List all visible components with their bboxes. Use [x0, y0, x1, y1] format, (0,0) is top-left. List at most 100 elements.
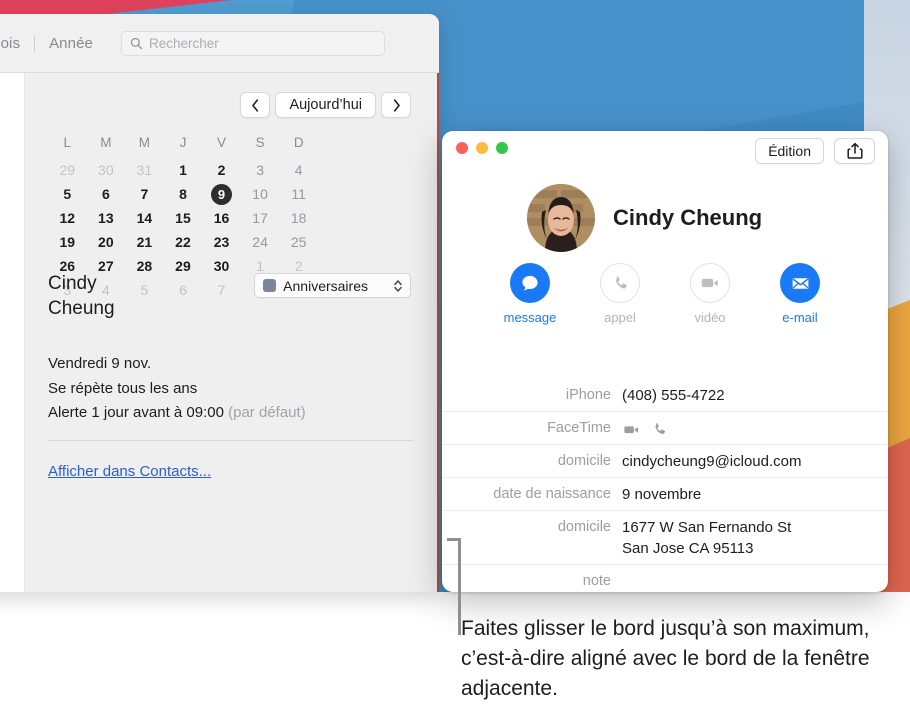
contact-field-row[interactable]: domicile 1677 W San Fernando St San Jose C… — [442, 511, 888, 565]
annotation-caption: Faites glisser le bord jusqu’à son maxim… — [461, 617, 870, 700]
zoom-button[interactable] — [496, 142, 508, 154]
window-controls[interactable] — [456, 142, 508, 154]
calendar-day-cell[interactable]: 19 — [48, 230, 87, 254]
field-label: domicile — [557, 519, 611, 535]
calendar-toolbar: Mois Année Rechercher — [0, 14, 439, 73]
calendar-day-cell[interactable]: 25 — [279, 230, 318, 254]
weekday-header-1: M — [100, 135, 112, 150]
calendar-day-cell[interactable]: 5 — [48, 182, 87, 206]
calendar-day-cell[interactable]: 20 — [87, 230, 126, 254]
contact-name: Cindy Cheung — [613, 205, 763, 230]
phone-icon — [615, 276, 627, 289]
event-alert-note: (par défaut) — [228, 404, 306, 421]
weekday-header-6: D — [293, 135, 304, 150]
calendar-day-cell[interactable]: 24 — [241, 230, 280, 254]
calendar-day-cell[interactable]: 30 — [87, 158, 126, 182]
chevron-right-icon — [393, 98, 400, 112]
action-label-call: appel — [604, 310, 636, 325]
stepper-chevrons-icon — [394, 279, 402, 292]
field-value: 9 novembre — [622, 486, 702, 503]
share-button[interactable] — [834, 138, 875, 164]
card-header: Cindy Cheung — [442, 179, 888, 257]
segment-annee[interactable]: Année — [35, 35, 107, 52]
calendar-day-cell[interactable]: 17 — [241, 206, 280, 230]
calendar-day-cell[interactable]: 15 — [164, 206, 203, 230]
contact-field-row[interactable]: FaceTime — [442, 412, 888, 445]
contact-field-row[interactable]: date de naissance 9 novembre — [442, 478, 888, 511]
call-button[interactable] — [600, 263, 640, 303]
calendar-window: Mois Année Rechercher — [0, 14, 439, 592]
calendar-day-cell[interactable]: 1 — [164, 158, 203, 182]
card-titlebar: Édition — [442, 131, 888, 179]
weekday-header-2: M — [138, 135, 151, 150]
calendar-day-cell[interactable]: 16 — [202, 206, 241, 230]
field-icons[interactable] — [622, 418, 668, 439]
calendar-color-swatch — [263, 279, 277, 292]
calendar-day-cell[interactable]: 11 — [279, 182, 318, 206]
calendar-day-cell[interactable]: 9 — [202, 182, 241, 206]
event-title-line1: Cindy — [48, 273, 97, 294]
search-field[interactable]: Rechercher — [120, 30, 385, 56]
video-icon — [624, 426, 639, 434]
minimize-button[interactable] — [476, 142, 488, 154]
contact-actions: message appel vidéo e-mail — [442, 263, 888, 325]
mail-icon — [792, 277, 808, 289]
field-value: 1677 W San Fernando St San Jose CA 95113 — [622, 519, 792, 557]
close-button[interactable] — [456, 142, 468, 154]
calendar-day-cell[interactable]: 3 — [241, 158, 280, 182]
calendar-day-cell[interactable]: 10 — [241, 182, 280, 206]
field-value: (408) 555-4722 — [622, 387, 725, 404]
field-label: iPhone — [565, 387, 611, 403]
calendar-day-cell[interactable]: 18 — [279, 206, 318, 230]
calendar-day-cell[interactable]: 2 — [202, 158, 241, 182]
weekday-header-0: L — [63, 135, 72, 150]
field-label: domicile — [557, 453, 611, 469]
video-button[interactable] — [690, 263, 730, 303]
event-repeat: Se répète tous les ans — [48, 379, 198, 397]
weekday-header-5: S — [255, 135, 265, 150]
date-navigation: Aujourd’hui — [240, 92, 411, 118]
calendar-day-cell[interactable]: 31 — [125, 158, 164, 182]
edit-button[interactable]: Édition — [755, 138, 824, 164]
action-mail[interactable]: e-mail — [755, 263, 845, 325]
next-button[interactable] — [381, 92, 411, 118]
contact-field-row[interactable]: iPhone (408) 555-4722 — [442, 379, 888, 412]
calendar-day-cell[interactable]: 8 — [164, 182, 203, 206]
action-label-message: message — [503, 310, 557, 325]
message-button[interactable] — [510, 263, 550, 303]
calendar-day-cell[interactable]: 12 — [48, 206, 87, 230]
calendar-day-cell[interactable]: 14 — [125, 206, 164, 230]
event-details: Vendredi 9 nov. Se répète tous les ans A… — [48, 352, 418, 426]
field-label: FaceTime — [547, 420, 611, 436]
contact-field-row[interactable]: note — [442, 565, 888, 592]
calendar-day-cell[interactable]: 13 — [87, 206, 126, 230]
show-in-contacts-link[interactable]: Afficher dans Contacts... — [48, 463, 211, 480]
video-icon — [701, 278, 718, 288]
calendar-select[interactable]: Anniversaires — [254, 273, 411, 298]
today-button[interactable]: Aujourd’hui — [275, 92, 376, 118]
calendar-day-cell[interactable]: 23 — [202, 230, 241, 254]
weekday-header-4: V — [217, 135, 227, 150]
action-message[interactable]: message — [485, 263, 575, 325]
previous-button[interactable] — [240, 92, 271, 118]
field-value: cindycheung9@icloud.com — [622, 453, 802, 470]
chevron-left-icon — [252, 98, 259, 112]
calendar-day-cell[interactable]: 22 — [164, 230, 203, 254]
calendar-day-cell[interactable]: 7 — [125, 182, 164, 206]
action-call[interactable]: appel — [575, 263, 665, 325]
action-label-mail: e-mail — [782, 310, 818, 325]
segment-mois[interactable]: Mois — [0, 35, 34, 52]
calendar-day-cell[interactable]: 21 — [125, 230, 164, 254]
mail-button[interactable] — [780, 263, 820, 303]
calendar-day-cell[interactable]: 4 — [279, 158, 318, 182]
avatar[interactable] — [527, 184, 595, 252]
calendar-week-row: 29 30 31 1 2 3 4 — [48, 158, 318, 182]
search-placeholder: Rechercher — [148, 35, 219, 51]
popover-divider — [48, 440, 413, 441]
calendar-day-cell[interactable]: 6 — [87, 182, 126, 206]
calendar-select-label: Anniversaires — [283, 277, 368, 294]
calendar-day-cell[interactable]: 29 — [48, 158, 87, 182]
action-video[interactable]: vidéo — [665, 263, 755, 325]
event-alert: Alerte 1 jour avant à 09:00 (par défaut) — [48, 401, 418, 426]
contact-field-row[interactable]: domicile cindycheung9@icloud.com — [442, 445, 888, 478]
